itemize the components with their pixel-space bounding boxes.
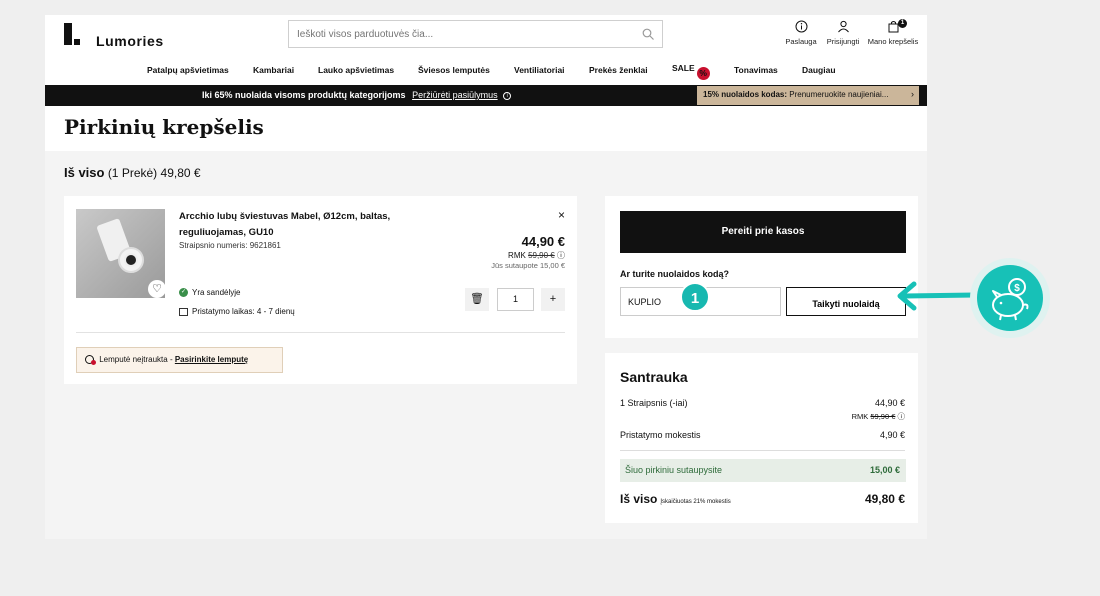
piggy-bank-icon: $ (977, 265, 1043, 331)
pointer-arrow (897, 281, 978, 311)
svg-text:$: $ (1014, 283, 1020, 294)
